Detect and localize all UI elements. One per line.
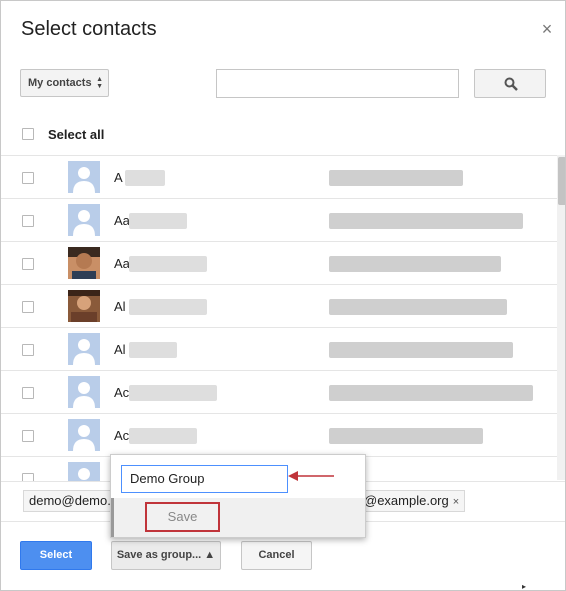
selected-contact-chip[interactable]: demo@demo.	[23, 490, 117, 512]
contact-name: Aa	[114, 256, 130, 271]
blurred-email	[329, 299, 507, 315]
contact-name: Aa	[114, 213, 130, 228]
contact-checkbox[interactable]	[22, 215, 34, 227]
contact-row[interactable]: A	[1, 156, 557, 199]
updown-arrows-icon: ▲ ▼	[96, 76, 103, 90]
blurred-name	[129, 342, 177, 358]
remove-chip-icon[interactable]: ×	[453, 496, 459, 508]
contact-list: A Aa Aa Al Al Ac Ac	[1, 155, 557, 481]
blurred-name	[129, 385, 217, 401]
default-avatar-icon	[68, 462, 100, 481]
default-avatar-icon	[68, 376, 100, 408]
dialog-title: Select contacts	[21, 18, 157, 40]
contact-checkbox[interactable]	[22, 344, 34, 356]
contact-name: Al	[114, 342, 126, 357]
select-all-row: Select all	[1, 119, 557, 155]
close-icon[interactable]: ×	[539, 19, 555, 39]
contact-row[interactable]: Ac	[1, 414, 557, 457]
contact-checkbox[interactable]	[22, 473, 34, 481]
default-avatar-icon	[68, 419, 100, 451]
default-avatar-icon	[68, 333, 100, 365]
annotation-arrow-icon	[288, 471, 334, 481]
save-button[interactable]: Save	[145, 502, 220, 532]
contact-checkbox[interactable]	[22, 430, 34, 442]
photo-avatar	[68, 290, 100, 322]
blurred-email	[329, 385, 533, 401]
blurred-name	[129, 299, 207, 315]
contact-row[interactable]: Aa	[1, 199, 557, 242]
scrollbar-thumb[interactable]	[558, 157, 565, 205]
contact-row[interactable]: Ac	[1, 371, 557, 414]
group-select-dropdown[interactable]: My contacts ▲ ▼	[20, 69, 109, 97]
blurred-email	[329, 170, 463, 186]
chip-label: @example.org	[364, 493, 449, 508]
select-button[interactable]: Select	[20, 541, 92, 570]
contact-row[interactable]: Al	[1, 285, 557, 328]
search-input[interactable]	[216, 69, 459, 98]
blurred-email	[329, 342, 513, 358]
cancel-button[interactable]: Cancel	[241, 541, 312, 570]
group-name-input[interactable]: Demo Group	[121, 465, 288, 493]
contact-row[interactable]: Al	[1, 328, 557, 371]
selected-contact-chip[interactable]: @example.org ×	[359, 490, 466, 512]
default-avatar-icon	[68, 161, 100, 193]
blurred-email	[329, 213, 523, 229]
select-all-checkbox[interactable]	[22, 128, 34, 140]
blurred-email	[329, 428, 483, 444]
contact-checkbox[interactable]	[22, 387, 34, 399]
group-select-label: My contacts	[28, 77, 92, 89]
popup-save-bar: Save	[111, 498, 365, 537]
contact-name: Ac	[114, 428, 130, 443]
default-avatar-icon	[68, 204, 100, 236]
blurred-name	[129, 256, 207, 272]
contact-name: Al	[114, 299, 126, 314]
contact-name: A	[114, 170, 123, 185]
contact-checkbox[interactable]	[22, 301, 34, 313]
contact-row[interactable]: Aa	[1, 242, 557, 285]
chip-label: demo@demo.	[29, 493, 111, 508]
contact-checkbox[interactable]	[22, 258, 34, 270]
blurred-name	[125, 170, 165, 186]
save-group-popup: Demo Group Save	[110, 454, 366, 538]
search-icon	[504, 77, 518, 91]
photo-avatar	[68, 247, 100, 279]
save-as-group-button[interactable]: Save as group... ▲	[111, 541, 221, 570]
blurred-name	[129, 428, 197, 444]
contact-name: Ac	[114, 385, 130, 400]
mouse-cursor-icon: ▸	[522, 582, 526, 591]
select-all-label: Select all	[48, 127, 105, 142]
search-button[interactable]	[474, 69, 546, 98]
blurred-email	[329, 256, 501, 272]
blurred-name	[129, 213, 187, 229]
contact-checkbox[interactable]	[22, 172, 34, 184]
